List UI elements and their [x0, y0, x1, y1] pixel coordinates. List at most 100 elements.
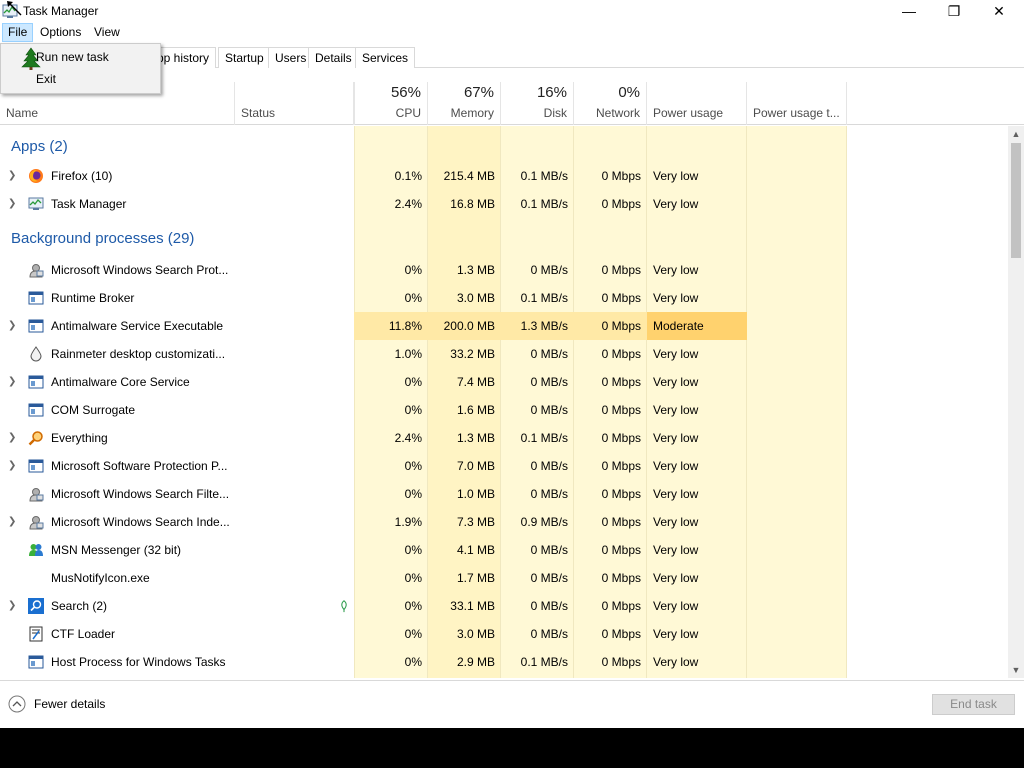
menu-item-exit[interactable]: Exit [36, 72, 56, 86]
process-name: Microsoft Software Protection P... [51, 459, 228, 473]
process-row[interactable]: ❯ Antimalware Service Executable 11.8% 200.… [0, 312, 1008, 340]
tab-startup[interactable]: Startup [218, 47, 271, 68]
memory-value: 1.7 MB [456, 571, 495, 585]
expand-chevron-icon[interactable]: ❯ [8, 592, 16, 620]
menu-file[interactable]: File [2, 23, 34, 42]
process-row[interactable]: ❯ Task Manager 2.4% 16.8 MB 0.1 MB/s 0 Mbps Ve… [0, 190, 1008, 218]
process-row[interactable]: CTF Loader 0% 3.0 MB 0 MB/s 0 Mbps Very low [0, 620, 1008, 648]
process-row[interactable]: ❯ Antimalware Core Service 0% 7.4 MB 0 MB/s 0… [0, 368, 1008, 396]
window-title: Task Manager [23, 4, 99, 18]
column-header-power-usage[interactable]: Power usage [647, 82, 747, 125]
process-row[interactable]: Host Process for Windows Tasks 0% 2.9 MB 0.… [0, 648, 1008, 676]
column-header-cpu[interactable]: 56% CPU [354, 82, 428, 125]
process-row[interactable]: Runtime Broker 0% 3.0 MB 0.1 MB/s 0 Mbps Very… [0, 284, 1008, 312]
group-header-background-processes[interactable]: Background processes (29) [0, 218, 1008, 258]
memory-value: 7.4 MB [456, 375, 495, 389]
tab-users[interactable]: Users [268, 47, 314, 68]
process-row[interactable]: ❯ Search (2) 0% 33.1 MB 0 MB/s 0 Mbps Very low [0, 592, 1008, 620]
process-row[interactable]: ❯ Everything 2.4% 1.3 MB 0.1 MB/s 0 Mbps Very … [0, 424, 1008, 452]
power-usage-value: Very low [653, 515, 699, 529]
power-usage-value: Very low [653, 403, 699, 417]
process-row[interactable]: Rainmeter desktop customizati... 1.0% 33.2… [0, 340, 1008, 368]
expand-chevron-icon[interactable]: ❯ [8, 452, 16, 480]
cpu-value: 2.4% [394, 197, 422, 211]
memory-value: 2.9 MB [456, 655, 495, 669]
msn-messenger-icon [29, 544, 43, 556]
column-status-label: Status [241, 106, 276, 120]
user-service-icon [29, 488, 44, 502]
expand-chevron-icon[interactable]: ❯ [8, 424, 16, 452]
column-network-label: Network [595, 106, 640, 120]
memory-value: 3.0 MB [456, 627, 495, 641]
user-service-icon [29, 516, 44, 530]
process-row[interactable]: Microsoft Windows Search Prot... 0% 1.3 MB… [0, 256, 1008, 284]
network-value: 0 Mbps [601, 291, 641, 305]
end-task-button[interactable]: End task [932, 694, 1015, 715]
expand-chevron-icon[interactable]: ❯ [8, 508, 16, 536]
cpu-value: 0% [404, 627, 422, 641]
process-name: Antimalware Service Executable [51, 319, 224, 333]
process-name: COM Surrogate [51, 403, 136, 417]
column-cpu-label: CPU [395, 106, 421, 120]
minimize-button[interactable]: — [886, 0, 932, 22]
power-usage-value: Very low [653, 459, 699, 473]
memory-value: 7.3 MB [456, 515, 495, 529]
disk-total: 16% [536, 84, 567, 101]
expand-chevron-icon[interactable]: ❯ [8, 162, 16, 190]
process-name: Search (2) [51, 599, 108, 613]
menu-view[interactable]: View [89, 23, 125, 42]
process-name: Firefox (10) [51, 169, 113, 183]
power-usage-value: Very low [653, 169, 699, 183]
window-app-icon [28, 459, 44, 473]
column-header-power-usage-trend[interactable]: Power usage t... [747, 82, 847, 125]
window-app-icon [28, 403, 44, 417]
memory-value: 1.6 MB [456, 403, 495, 417]
memory-value: 16.8 MB [450, 197, 495, 211]
cpu-value: 11.8% [354, 312, 428, 340]
process-row[interactable]: Microsoft Windows Search Filte... 0% 1.0 M… [0, 480, 1008, 508]
menu-options[interactable]: Options [35, 23, 86, 42]
process-row[interactable]: MusNotifyIcon.exe 0% 1.7 MB 0 MB/s 0 Mbps Ver… [0, 564, 1008, 592]
tab-services[interactable]: Services [355, 47, 416, 68]
process-row[interactable]: ❯ Microsoft Windows Search Inde... 1.9% 7.3… [0, 508, 1008, 536]
network-value: 0 Mbps [601, 347, 641, 361]
process-row[interactable]: MSN Messenger (32 bit) 0% 4.1 MB 0 MB/s 0 Mb… [0, 536, 1008, 564]
expand-chevron-icon[interactable]: ❯ [8, 190, 16, 218]
scroll-down-arrow-icon[interactable]: ▼ [1008, 662, 1024, 678]
network-value: 0 Mbps [601, 459, 641, 473]
column-header-status[interactable]: Status [235, 82, 354, 125]
vertical-scrollbar[interactable]: ▲ ▼ [1008, 126, 1024, 678]
cpu-value: 0% [404, 403, 422, 417]
cpu-value: 0% [404, 375, 422, 389]
fewer-details-link[interactable]: Fewer details [34, 697, 105, 711]
scroll-up-arrow-icon[interactable]: ▲ [1008, 126, 1024, 142]
maximize-button[interactable]: ❐ [931, 0, 977, 22]
group-title: Background processes (29) [11, 230, 195, 247]
disk-value: 0 MB/s [530, 599, 568, 613]
close-button[interactable]: ✕ [976, 0, 1022, 22]
column-header-memory[interactable]: 67% Memory [428, 82, 501, 125]
file-dropdown-menu: Run new task Exit [0, 43, 161, 94]
process-row[interactable]: ❯ Firefox (10) 0.1% 215.4 MB 0.1 MB/s 0 Mbps V… [0, 162, 1008, 190]
desktop-background [0, 728, 1024, 768]
window-app-icon [28, 375, 44, 389]
chevron-up-circle-icon[interactable] [8, 695, 26, 713]
cpu-value: 0% [404, 263, 422, 277]
cpu-value: 0% [404, 655, 422, 669]
cpu-total: 56% [390, 84, 421, 101]
expand-chevron-icon[interactable]: ❯ [8, 312, 16, 340]
process-row[interactable]: ❯ Microsoft Software Protection P... 0% 7.0… [0, 452, 1008, 480]
group-header-apps[interactable]: Apps (2) [0, 126, 1008, 166]
scroll-thumb[interactable] [1011, 143, 1021, 258]
process-name: MusNotifyIcon.exe [51, 571, 150, 585]
disk-value: 0.1 MB/s [520, 431, 568, 445]
power-usage-value: Very low [653, 263, 699, 277]
group-title: Apps (2) [11, 138, 68, 155]
process-row[interactable]: COM Surrogate 0% 1.6 MB 0 MB/s 0 Mbps Very lo… [0, 396, 1008, 424]
column-header-disk[interactable]: 16% Disk [501, 82, 574, 125]
expand-chevron-icon[interactable]: ❯ [8, 368, 16, 396]
window-app-icon [28, 319, 44, 333]
menu-item-run-new-task[interactable]: Run new task [36, 50, 109, 64]
column-header-network[interactable]: 0% Network [574, 82, 647, 125]
tab-details[interactable]: Details [308, 47, 359, 68]
